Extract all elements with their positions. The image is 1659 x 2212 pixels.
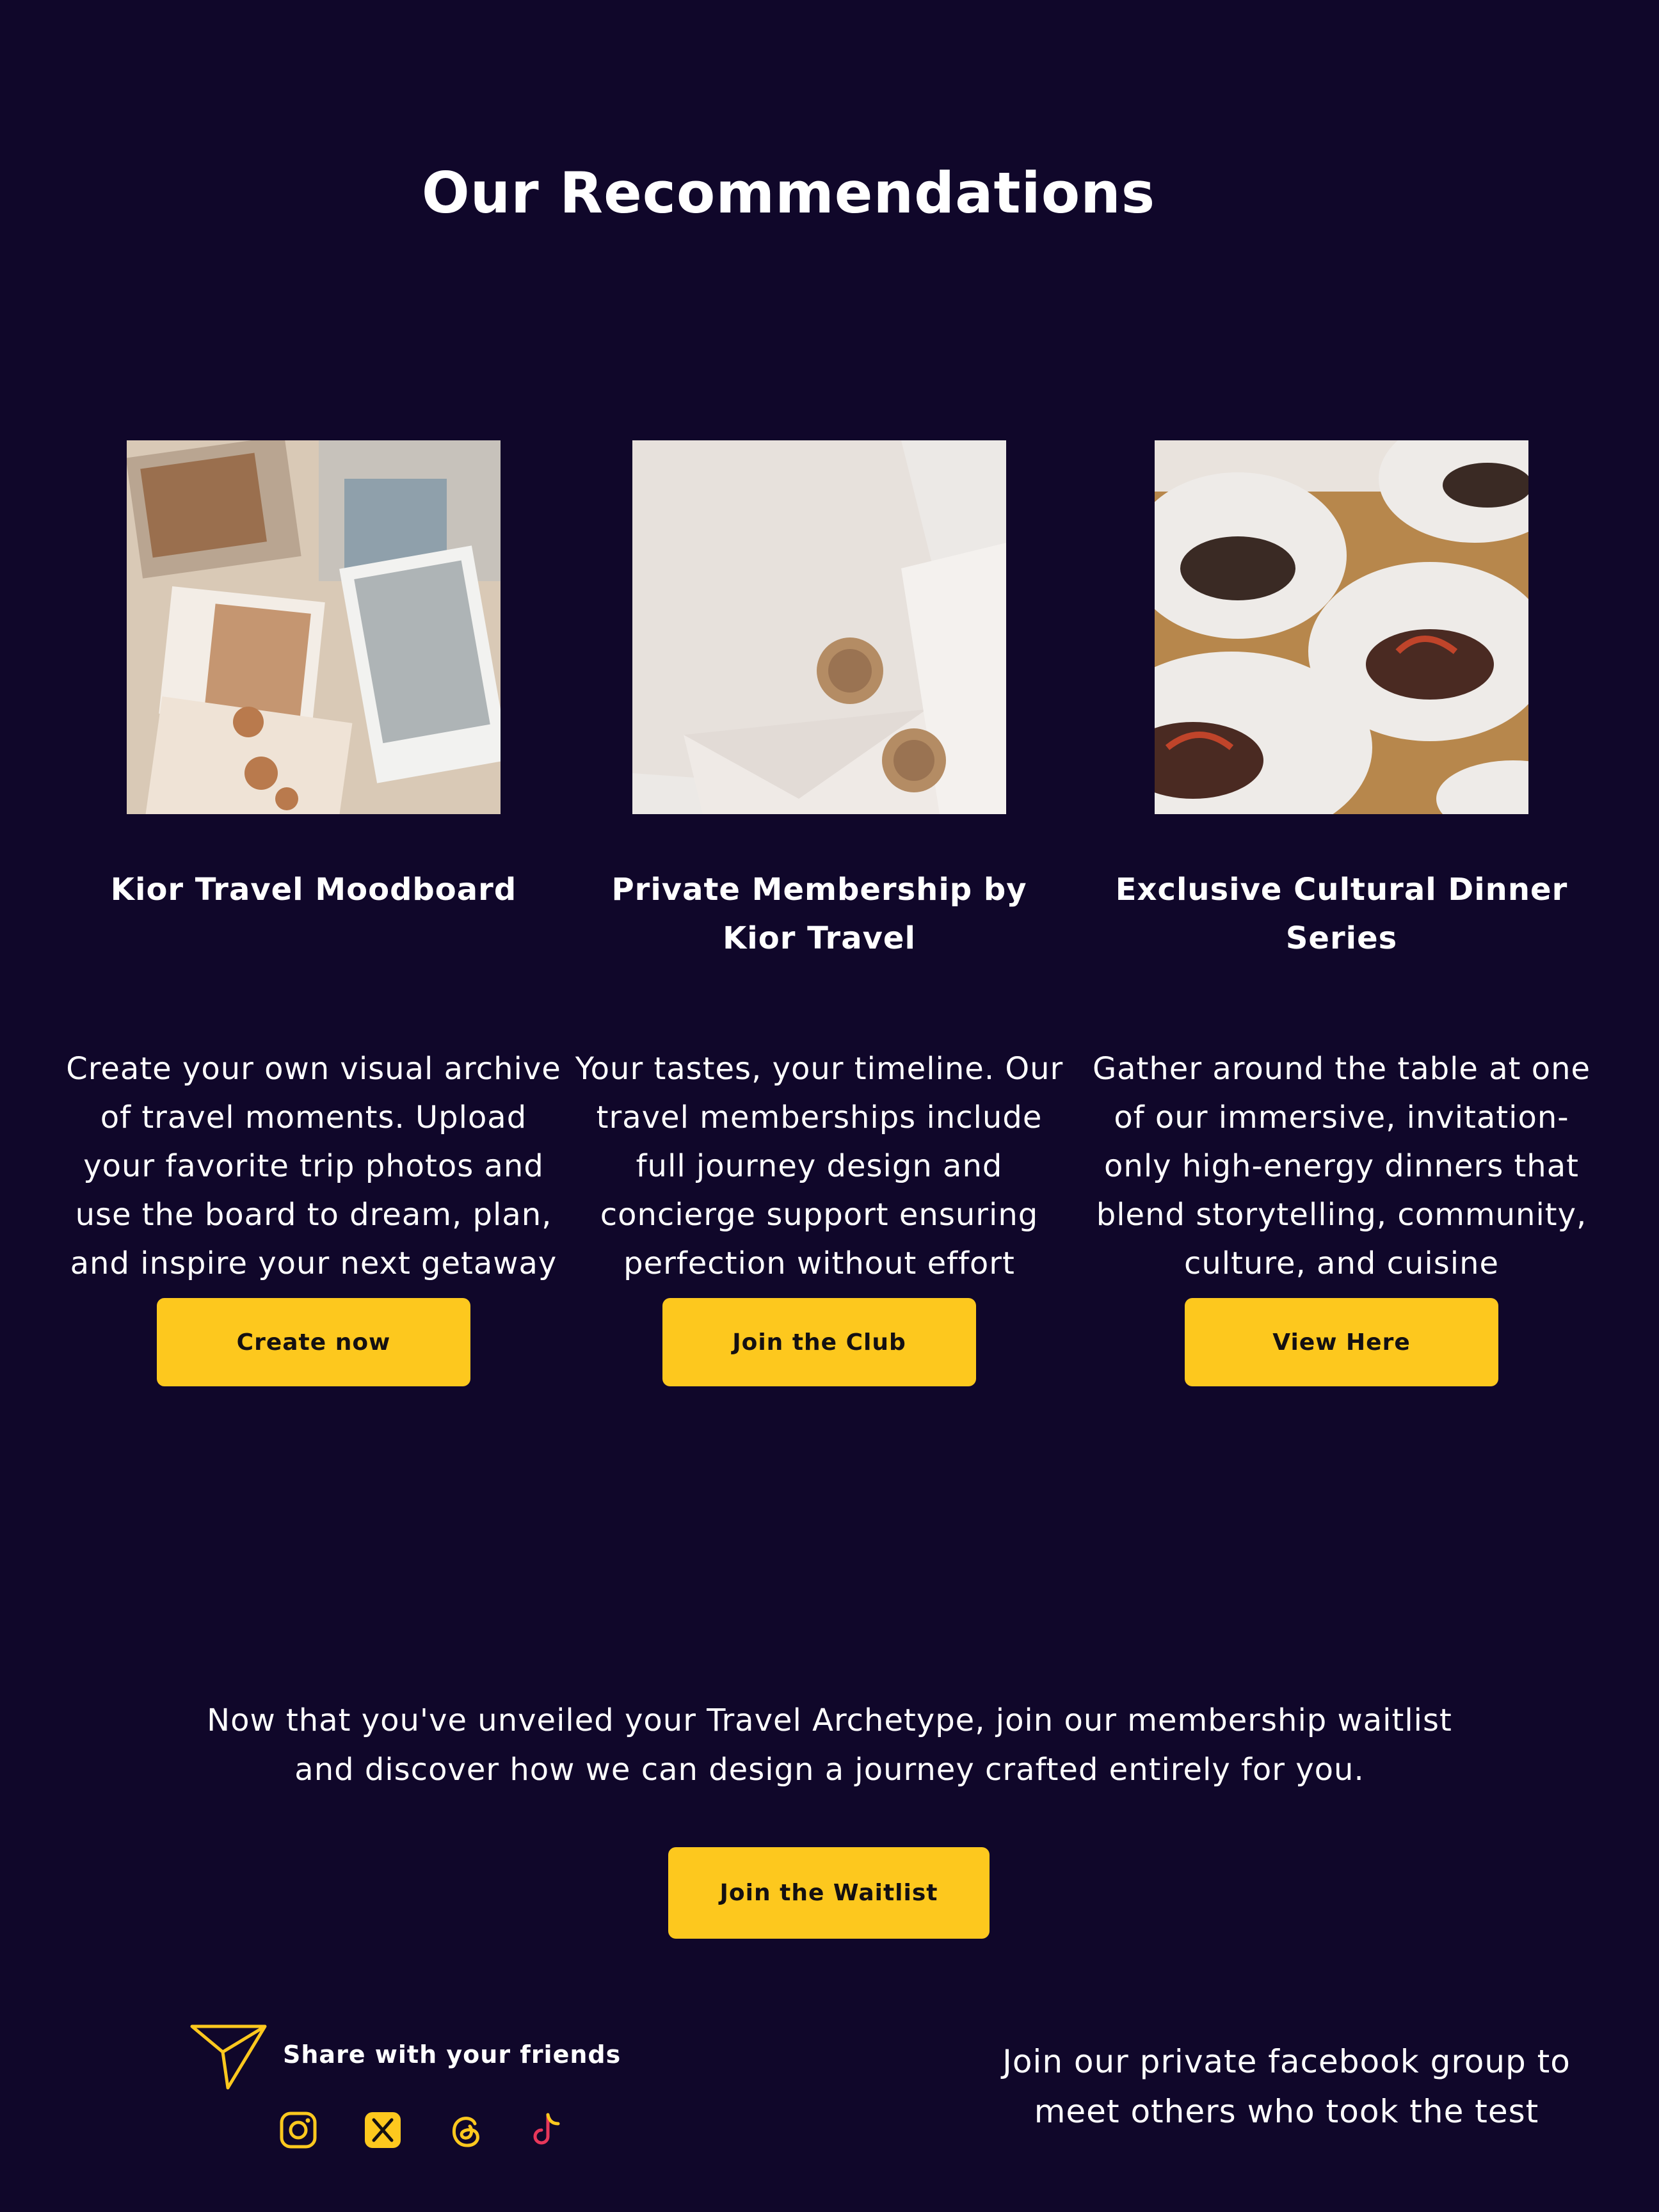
card-description: Gather around the table at one of our im… [1092,1051,1591,1281]
waitlist-message: Now that you've unveiled your Travel Arc… [207,1703,1452,1788]
x-icon[interactable] [362,2110,403,2151]
card-description: Your tastes, your timeline. Our travel m… [575,1051,1064,1281]
join-the-club-button[interactable]: Join the Club [662,1298,976,1386]
card-moodboard: Kior Travel Moodboard Create your own vi… [64,440,563,1386]
page-title: Our Recommendations [421,160,1156,226]
dinner-image [1155,440,1528,814]
paper-plane-icon [189,2021,269,2093]
card-membership: Private Membership by Kior Travel Your t… [570,440,1069,1386]
threads-icon[interactable] [445,2110,486,2151]
create-now-button[interactable]: Create now [157,1298,470,1386]
card-description: Create your own visual archive of travel… [66,1051,561,1281]
facebook-group-text: Join our private facebook group to meet … [1002,2043,1571,2130]
card-title: Exclusive Cultural Dinner Series [1115,872,1568,956]
membership-image [632,440,1006,814]
card-title: Kior Travel Moodboard [110,872,517,908]
instagram-icon[interactable] [278,2110,319,2151]
share-label: Share with your friends [283,2040,621,2069]
card-title: Private Membership by Kior Travel [611,872,1027,956]
moodboard-image [127,440,501,814]
card-dinner: Exclusive Cultural Dinner Series Gather … [1092,440,1591,1386]
join-waitlist-button[interactable]: Join the Waitlist [668,1847,990,1939]
view-here-button[interactable]: View Here [1185,1298,1498,1386]
tiktok-icon[interactable] [526,2110,567,2151]
